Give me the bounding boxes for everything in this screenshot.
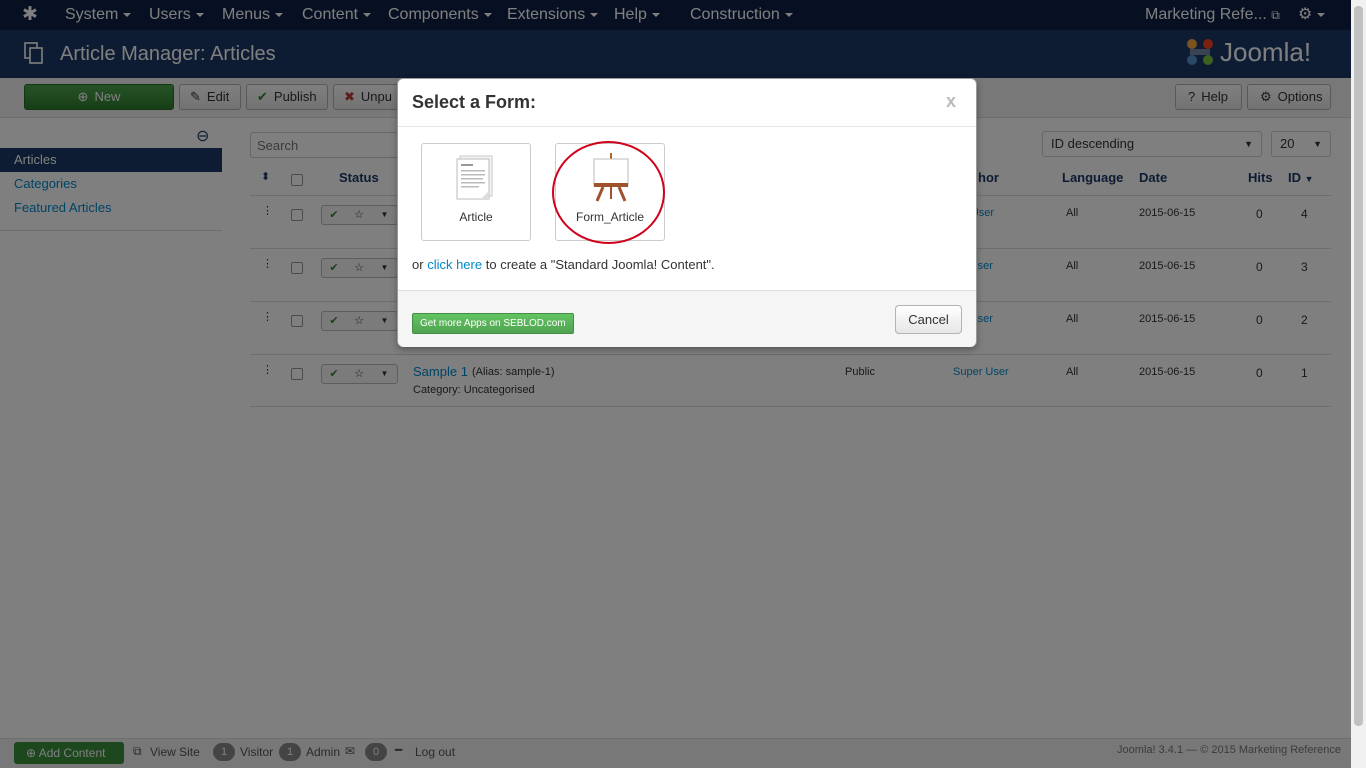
click-here-link[interactable]: click here (427, 257, 482, 272)
document-icon (456, 155, 493, 200)
modal-header: Select a Form: x (398, 79, 976, 127)
modal-close-button[interactable]: x (946, 91, 956, 112)
select-form-modal: Select a Form: x Article Form_Article or… (397, 78, 977, 347)
standard-content-text: or click here to create a "Standard Joom… (412, 257, 715, 272)
text-suffix: to create a "Standard Joomla! Content". (485, 257, 715, 272)
text-prefix: or (412, 257, 424, 272)
get-more-apps-button[interactable]: Get more Apps on SEBLOD.com (412, 313, 574, 334)
scrollbar-thumb[interactable] (1354, 6, 1363, 726)
form-option-label: Article (459, 210, 493, 224)
modal-footer: Get more Apps on SEBLOD.com Cancel (398, 290, 976, 347)
form-option-article[interactable]: Article (421, 143, 531, 241)
highlight-circle (552, 141, 665, 244)
page-scrollbar[interactable] (1351, 0, 1366, 768)
cancel-button[interactable]: Cancel (895, 305, 962, 334)
modal-title: Select a Form: (412, 92, 537, 112)
